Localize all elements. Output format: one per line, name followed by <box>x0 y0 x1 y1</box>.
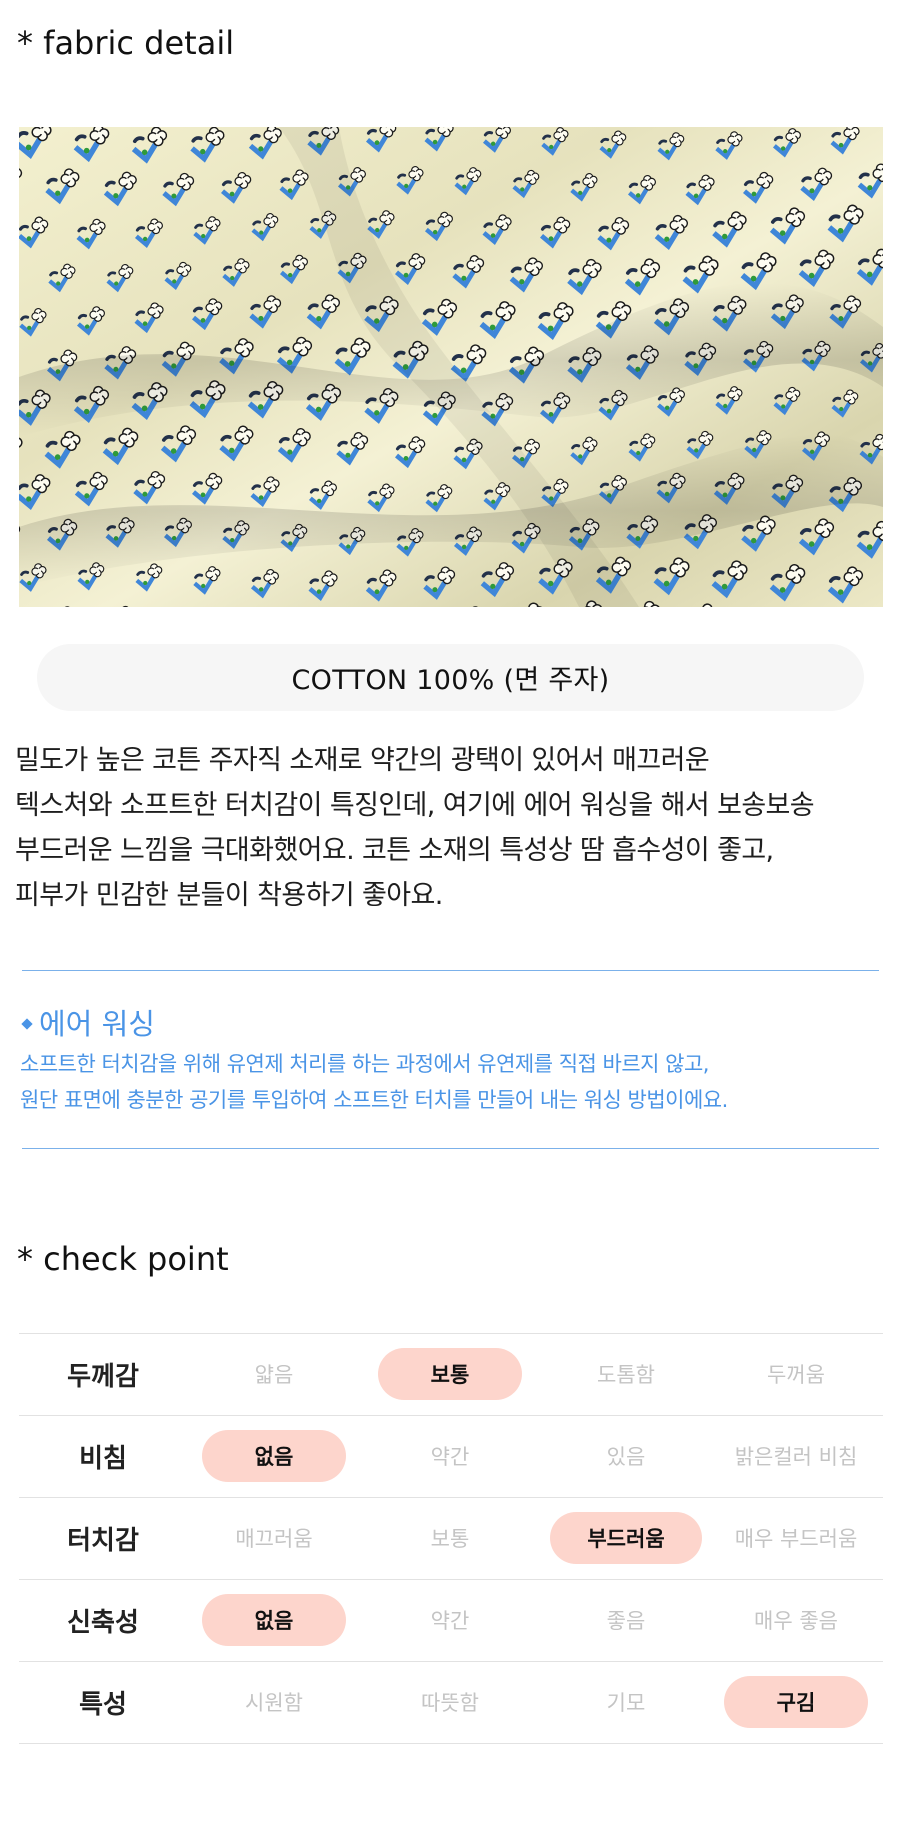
option-pill: 도톰함 <box>597 1363 655 1387</box>
option-pill: 매우 좋음 <box>754 1609 838 1633</box>
row-label: 신축성 <box>67 1608 139 1638</box>
option-pill: 기모 <box>606 1691 646 1715</box>
option-pill: 있음 <box>606 1445 646 1469</box>
check-point-table: 두께감 얇음 보통 도톰함 두꺼움 비침 없음 약간 있음 밝은컬러 비침 터치… <box>19 1333 883 1744</box>
option-pill-selected: 보통 <box>378 1348 522 1400</box>
option-pill: 두꺼움 <box>767 1363 825 1387</box>
air-wash-title: 에어 워싱 <box>39 1007 155 1041</box>
option-pill: 얇음 <box>254 1363 294 1387</box>
air-wash-line: 소프트한 터치감을 위해 유연제 처리를 하는 과정에서 유연제를 직접 바르지… <box>20 1052 710 1076</box>
option-pill-selected: 구김 <box>724 1676 868 1728</box>
option-pill: 따뜻함 <box>421 1691 479 1715</box>
option-pill: 약간 <box>430 1445 470 1469</box>
air-wash-heading: 에어 워싱 <box>20 1004 890 1044</box>
air-wash-line: 원단 표면에 충분한 공기를 투입하여 소프트한 터치를 만들어 내는 워싱 방… <box>20 1088 728 1112</box>
air-wash-description: 소프트한 터치감을 위해 유연제 처리를 하는 과정에서 유연제를 직접 바르지… <box>20 1046 890 1118</box>
description-line: 텍스처와 소프트한 터치감이 특징인데, 여기에 에어 워싱을 해서 보송보송 <box>15 790 815 821</box>
description-line: 밀도가 높은 코튼 주자직 소재로 약간의 광택이 있어서 매끄러운 <box>15 745 710 776</box>
diamond-bullet-icon <box>21 1018 33 1030</box>
check-row-sheerness: 비침 없음 약간 있음 밝은컬러 비침 <box>19 1416 883 1498</box>
check-row-stretch: 신축성 없음 약간 좋음 매우 좋음 <box>19 1580 883 1662</box>
description-line: 부드러운 느낌을 극대화했어요. 코튼 소재의 특성상 땀 흡수성이 좋고, <box>15 835 774 866</box>
air-wash-note: 에어 워싱 소프트한 터치감을 위해 유연제 처리를 하는 과정에서 유연제를 … <box>20 1004 890 1118</box>
option-pill: 밝은컬러 비침 <box>734 1445 858 1469</box>
row-label: 터치감 <box>67 1526 139 1556</box>
fabric-detail-title: * fabric detail <box>17 24 235 62</box>
composition-label: COTTON 100% (면 주자) <box>37 644 864 711</box>
option-pill: 좋음 <box>606 1609 646 1633</box>
option-pill: 매끄러움 <box>235 1527 313 1551</box>
check-row-thickness: 두께감 얇음 보통 도톰함 두꺼움 <box>19 1334 883 1416</box>
fabric-description: 밀도가 높은 코튼 주자직 소재로 약간의 광택이 있어서 매끄러운 텍스처와 … <box>15 738 895 918</box>
option-pill: 보통 <box>430 1527 470 1551</box>
option-pill: 매우 부드러움 <box>734 1527 858 1551</box>
row-label: 특성 <box>79 1690 127 1720</box>
option-pill: 약간 <box>430 1609 470 1633</box>
check-point-title: * check point <box>17 1240 229 1278</box>
check-row-touch: 터치감 매끄러움 보통 부드러움 매우 부드러움 <box>19 1498 883 1580</box>
option-pill-selected: 없음 <box>202 1430 346 1482</box>
option-pill: 시원함 <box>245 1691 303 1715</box>
row-label: 비침 <box>79 1444 127 1474</box>
check-row-characteristic: 특성 시원함 따뜻함 기모 구김 <box>19 1662 883 1744</box>
divider <box>22 1148 879 1149</box>
divider <box>22 970 879 971</box>
option-pill-selected: 부드러움 <box>550 1512 702 1564</box>
description-line: 피부가 민감한 분들이 착용하기 좋아요. <box>15 880 443 911</box>
option-pill-selected: 없음 <box>202 1594 346 1646</box>
row-label: 두께감 <box>67 1362 139 1392</box>
fabric-pattern-photo <box>19 127 883 607</box>
